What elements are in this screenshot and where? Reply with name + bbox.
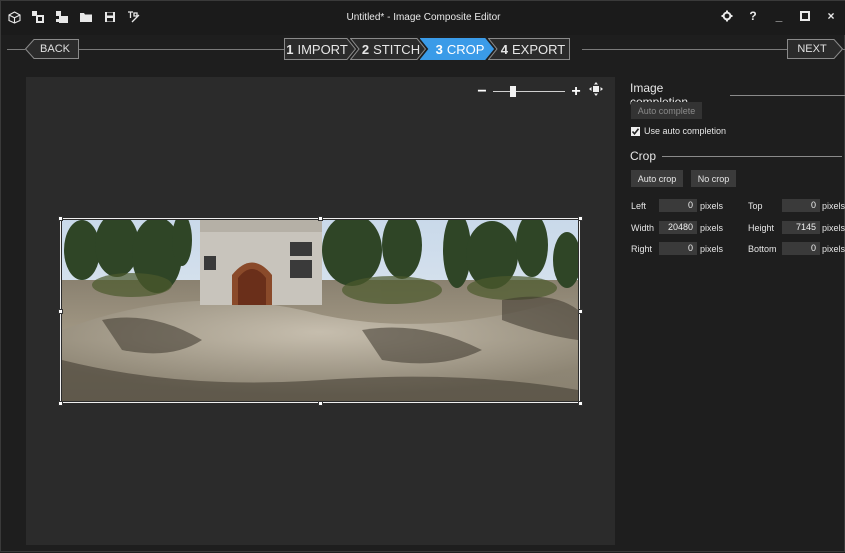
window-controls: ? _ × <box>720 8 838 24</box>
window-title: Untitled* - Image Composite Editor <box>346 12 501 23</box>
crop-handle-top-right[interactable] <box>578 216 583 221</box>
no-crop-button[interactable]: No crop <box>691 170 736 187</box>
step-import-number: 1 <box>286 41 294 57</box>
help-button[interactable]: ? <box>746 8 760 24</box>
bottom-input[interactable]: 0 <box>782 242 820 255</box>
left-input[interactable]: 0 <box>659 199 697 212</box>
crop-handle-bottom-right[interactable] <box>578 401 583 406</box>
height-unit: pixels <box>822 223 845 233</box>
right-unit: pixels <box>700 244 724 254</box>
crop-rectangle[interactable] <box>60 218 580 403</box>
use-auto-completion-row[interactable]: Use auto completion <box>631 126 726 136</box>
step-import[interactable]: 1 IMPORT <box>284 38 356 60</box>
use-auto-completion-checkbox[interactable] <box>631 126 640 136</box>
fit-to-window-icon[interactable] <box>589 82 603 101</box>
next-button[interactable]: NEXT <box>787 39 843 59</box>
step-crop-label: CROP <box>446 41 485 57</box>
step-export-label: EXPORT <box>512 41 566 57</box>
auto-crop-button[interactable]: Auto crop <box>631 170 683 187</box>
crop-handle-right[interactable] <box>578 309 583 314</box>
workflow-bar: BACK 1 IMPORT 2 STITCH 3 CROP 4 EXPORT NEXT <box>1 37 845 61</box>
back-label: BACK <box>40 43 70 55</box>
gear-icon[interactable] <box>720 8 734 24</box>
step-export-number: 4 <box>500 41 508 57</box>
title-bar: Untitled* - Image Composite Editor ? _ × <box>1 1 845 35</box>
workflow-steps: 1 IMPORT 2 STITCH 3 CROP 4 EXPORT <box>284 38 570 60</box>
use-auto-completion-label: Use auto completion <box>644 126 727 136</box>
crop-heading-row: Crop <box>630 149 843 163</box>
step-crop-number: 3 <box>435 41 443 57</box>
zoom-slider[interactable] <box>493 85 565 99</box>
height-label: Height <box>748 223 775 233</box>
zoom-control: − + <box>475 82 603 101</box>
crop-handle-top-left[interactable] <box>58 216 63 221</box>
settings-panel: Image completion Auto complete Use auto … <box>624 75 845 553</box>
right-input[interactable]: 0 <box>659 242 697 255</box>
top-unit: pixels <box>822 201 845 211</box>
top-input[interactable]: 0 <box>782 199 820 212</box>
workflow-line-left <box>7 49 25 50</box>
auto-complete-button[interactable]: Auto complete <box>631 102 702 119</box>
step-stitch-number: 2 <box>361 41 370 57</box>
zoom-out-button[interactable]: − <box>475 83 489 99</box>
width-label: Width <box>631 223 655 233</box>
width-input[interactable]: 20480 <box>659 221 697 234</box>
bottom-unit: pixels <box>822 244 845 254</box>
workflow-line-mid-right <box>582 49 787 50</box>
workflow-line-mid-left <box>79 49 284 50</box>
app-window: Untitled* - Image Composite Editor ? _ ×… <box>0 0 845 552</box>
step-crop[interactable]: 3 CROP <box>420 38 494 60</box>
top-label: Top <box>748 201 763 211</box>
next-label: NEXT <box>797 43 827 55</box>
zoom-slider-thumb[interactable] <box>510 85 516 97</box>
heading-divider <box>730 94 845 96</box>
minimize-button[interactable]: _ <box>772 8 786 24</box>
crop-handle-bottom-left[interactable] <box>58 401 63 406</box>
bottom-label: Bottom <box>748 244 777 254</box>
maximize-icon[interactable] <box>798 8 812 24</box>
step-export[interactable]: 4 EXPORT <box>488 38 570 60</box>
crop-handle-bottom[interactable] <box>318 401 323 406</box>
width-unit: pixels <box>700 223 724 233</box>
heading-divider <box>662 155 843 157</box>
back-button[interactable]: BACK <box>25 39 79 59</box>
right-label: Right <box>631 244 653 254</box>
step-stitch-label: STITCH <box>373 41 421 57</box>
height-input[interactable]: 7145 <box>782 221 820 234</box>
crop-heading: Crop <box>630 149 657 163</box>
left-label: Left <box>631 201 647 211</box>
step-stitch[interactable]: 2 STITCH <box>350 38 426 60</box>
zoom-in-button[interactable]: + <box>569 83 583 99</box>
close-button[interactable]: × <box>824 8 838 24</box>
left-unit: pixels <box>700 201 724 211</box>
crop-handle-left[interactable] <box>58 309 63 314</box>
crop-handle-top[interactable] <box>318 216 323 221</box>
zoom-slider-rail <box>493 90 565 92</box>
step-import-label: IMPORT <box>297 41 348 57</box>
